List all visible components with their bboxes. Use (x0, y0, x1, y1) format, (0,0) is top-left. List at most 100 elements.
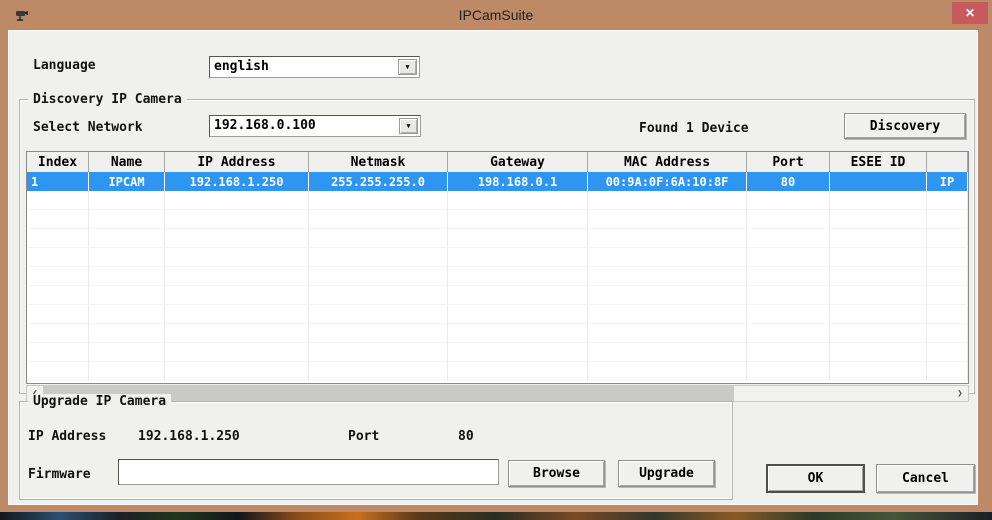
empty-table-cell (165, 286, 309, 305)
upgrade-port-value: 80 (458, 429, 474, 444)
empty-table-cell (830, 248, 927, 267)
empty-table-cell (830, 267, 927, 286)
empty-table-cell (927, 248, 968, 267)
empty-table-cell (309, 286, 448, 305)
empty-table-row (27, 210, 968, 229)
empty-table-cell (747, 324, 830, 343)
empty-table-cell (89, 248, 165, 267)
table-header-cell[interactable]: Name (89, 152, 165, 172)
empty-table-cell (448, 210, 588, 229)
empty-table-cell (309, 343, 448, 362)
table-cell: 198.168.0.1 (448, 172, 588, 191)
empty-table-cell (448, 324, 588, 343)
table-header-cell[interactable]: Index (27, 152, 89, 172)
empty-table-cell (309, 305, 448, 324)
table-cell: 255.255.255.0 (309, 172, 448, 191)
table-header-cell[interactable]: Port (747, 152, 830, 172)
empty-table-cell (448, 362, 588, 381)
empty-table-cell (89, 343, 165, 362)
empty-table-cell (448, 191, 588, 210)
empty-table-cell (830, 362, 927, 381)
browse-button[interactable]: Browse (508, 460, 605, 487)
empty-table-cell (927, 267, 968, 286)
empty-table-row (27, 324, 968, 343)
scroll-right-icon[interactable]: ❯ (952, 386, 968, 401)
scrollbar-track[interactable] (43, 386, 952, 401)
network-select[interactable]: 192.168.0.100 ▼ (209, 115, 421, 137)
empty-table-cell (747, 229, 830, 248)
language-value: english (214, 59, 269, 74)
empty-table-cell (165, 362, 309, 381)
table-header-cell[interactable]: ESEE ID (830, 152, 927, 172)
empty-table-cell (165, 210, 309, 229)
table-row[interactable]: 1 IPCAM 192.168.1.250 255.255.255.0 198.168.… (27, 172, 968, 191)
empty-table-cell (27, 343, 89, 362)
upgrade-button[interactable]: Upgrade (618, 460, 715, 487)
empty-table-cell (830, 210, 927, 229)
empty-table-cell (448, 248, 588, 267)
empty-table-cell (448, 305, 588, 324)
language-label: Language (33, 58, 96, 73)
empty-table-cell (927, 362, 968, 381)
empty-table-cell (830, 286, 927, 305)
cancel-button[interactable]: Cancel (876, 464, 975, 493)
device-table: Index Name IP Address Netmask Gateway MAC Add… (26, 151, 969, 384)
empty-table-cell (448, 343, 588, 362)
table-header-cell[interactable]: IP Address (165, 152, 309, 172)
firmware-label: Firmware (28, 467, 91, 482)
empty-table-cell (89, 362, 165, 381)
table-header-cell[interactable] (927, 152, 968, 172)
empty-table-cell (89, 286, 165, 305)
empty-table-cell (448, 229, 588, 248)
discovery-group-label: Discovery IP Camera (28, 92, 187, 107)
empty-table-row (27, 343, 968, 362)
upgrade-ip-label: IP Address (28, 429, 107, 444)
empty-table-cell (747, 248, 830, 267)
upgrade-port-label: Port (348, 429, 380, 444)
empty-table-cell (588, 210, 747, 229)
empty-table-row (27, 248, 968, 267)
empty-table-cell (927, 229, 968, 248)
empty-table-cell (309, 324, 448, 343)
table-empty-area (27, 191, 968, 381)
table-header-cell[interactable]: Netmask (309, 152, 448, 172)
empty-table-cell (165, 305, 309, 324)
empty-table-cell (927, 305, 968, 324)
empty-table-cell (309, 229, 448, 248)
empty-table-cell (747, 286, 830, 305)
chevron-down-icon[interactable]: ▼ (398, 59, 417, 75)
table-cell: 192.168.1.250 (165, 172, 309, 191)
empty-table-cell (448, 267, 588, 286)
empty-table-row (27, 267, 968, 286)
upgrade-ip-value: 192.168.1.250 (138, 429, 240, 444)
empty-table-cell (588, 229, 747, 248)
table-cell: 80 (747, 172, 830, 191)
table-body: 1 IPCAM 192.168.1.250 255.255.255.0 198.168.… (27, 172, 968, 191)
empty-table-cell (27, 305, 89, 324)
table-cell: 1 (27, 172, 89, 191)
dialog-content: Language english ▼ Discovery IP Camera S… (8, 30, 978, 505)
empty-table-cell (588, 324, 747, 343)
table-header-cell[interactable]: Gateway (448, 152, 588, 172)
table-cell: 00:9A:0F:6A:10:8F (588, 172, 747, 191)
ipcamsuite-window: IPCamSuite ✕ Language english ▼ Discover… (0, 0, 992, 512)
language-select[interactable]: english ▼ (209, 56, 420, 78)
chevron-down-icon[interactable]: ▼ (399, 118, 418, 134)
empty-table-cell (27, 191, 89, 210)
empty-table-cell (27, 362, 89, 381)
upgrade-group-label: Upgrade IP Camera (28, 394, 172, 409)
network-value: 192.168.0.100 (214, 118, 316, 133)
close-button[interactable]: ✕ (952, 2, 988, 24)
table-header-cell[interactable]: MAC Address (588, 152, 747, 172)
titlebar[interactable]: IPCamSuite ✕ (0, 0, 992, 30)
empty-table-cell (830, 191, 927, 210)
found-device-text: Found 1 Device (639, 121, 749, 136)
ok-button[interactable]: OK (766, 464, 865, 493)
discovery-button[interactable]: Discovery (844, 113, 966, 139)
empty-table-cell (27, 210, 89, 229)
window-title: IPCamSuite (458, 7, 534, 23)
empty-table-row (27, 362, 968, 381)
empty-table-cell (89, 267, 165, 286)
firmware-input[interactable] (118, 459, 499, 485)
empty-table-cell (747, 267, 830, 286)
